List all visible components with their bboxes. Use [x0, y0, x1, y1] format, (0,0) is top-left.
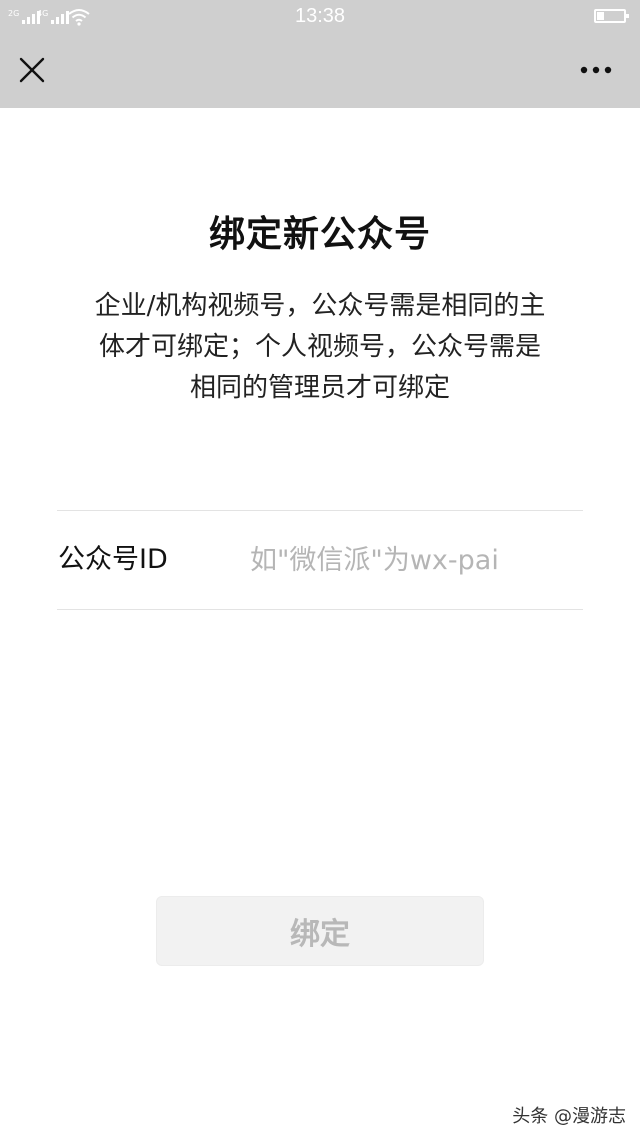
status-bar: 2G 4G 13:38 — [0, 0, 640, 34]
account-id-input[interactable] — [246, 535, 580, 585]
page-title: 绑定新公众号 — [208, 214, 431, 255]
watermark: 头条 @漫游志 — [512, 1106, 626, 1127]
account-id-label: 公众号ID — [58, 544, 168, 575]
battery-level-fill — [597, 12, 604, 20]
nav-bar — [0, 34, 640, 108]
description-line: 企业/机构视频号，公众号需是相同的主 — [94, 291, 546, 321]
more-icon — [580, 66, 612, 74]
divider — [57, 510, 583, 511]
description: 企业/机构视频号，公众号需是相同的主 体才可绑定；个人视频号，公众号需是 相同的… — [50, 286, 590, 409]
status-time: 13:38 — [294, 5, 346, 27]
description-line: 体才可绑定；个人视频号，公众号需是 — [98, 332, 541, 362]
close-icon — [19, 57, 45, 83]
bind-button[interactable]: 绑定 — [156, 896, 484, 966]
close-button[interactable] — [10, 48, 54, 92]
divider — [57, 609, 583, 610]
description-line: 相同的管理员才可绑定 — [189, 373, 450, 403]
more-button[interactable] — [572, 48, 620, 92]
battery-icon — [594, 9, 629, 23]
